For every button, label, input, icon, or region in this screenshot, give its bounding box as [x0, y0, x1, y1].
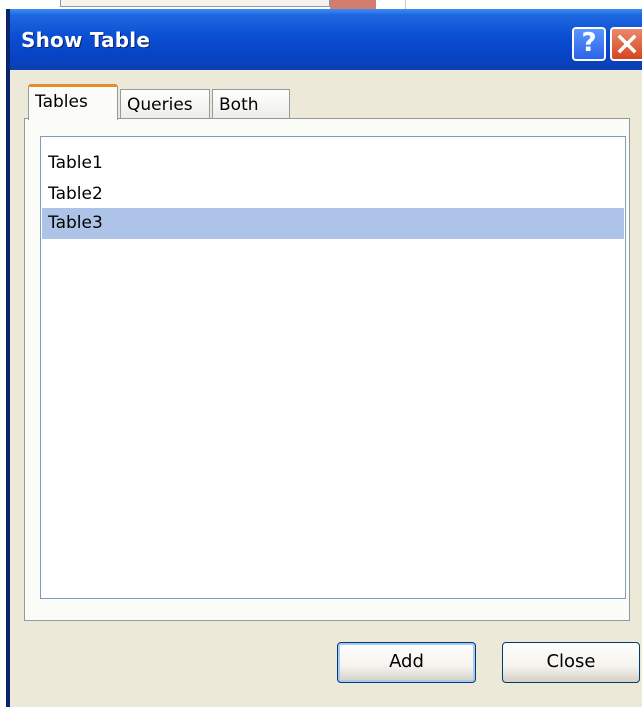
help-button[interactable]: ? [572, 27, 606, 61]
list-item-table1[interactable]: Table1 [42, 148, 624, 179]
list-item-table2[interactable]: Table2 [42, 179, 624, 210]
help-icon: ? [581, 28, 597, 58]
screen: Show Table ? Tables Queries Both Table1 … [0, 0, 642, 707]
list-item-table3[interactable]: Table3 [42, 208, 624, 239]
close-button[interactable]: Close [502, 642, 640, 683]
background-red-block [330, 0, 376, 9]
title-bar[interactable]: Show Table ? [10, 9, 642, 70]
table-listbox[interactable]: Table1 Table2 Table3 [40, 136, 626, 599]
tab-tables[interactable]: Tables [28, 84, 118, 120]
tab-both[interactable]: Both [212, 89, 290, 121]
close-icon [617, 34, 637, 54]
close-window-button[interactable] [610, 27, 642, 61]
background-tab [60, 0, 330, 7]
add-button[interactable]: Add [337, 642, 476, 683]
tab-queries[interactable]: Queries [120, 89, 210, 121]
dialog-title: Show Table [21, 28, 151, 52]
background-divider [405, 0, 406, 9]
background-window-fragment [0, 0, 642, 9]
